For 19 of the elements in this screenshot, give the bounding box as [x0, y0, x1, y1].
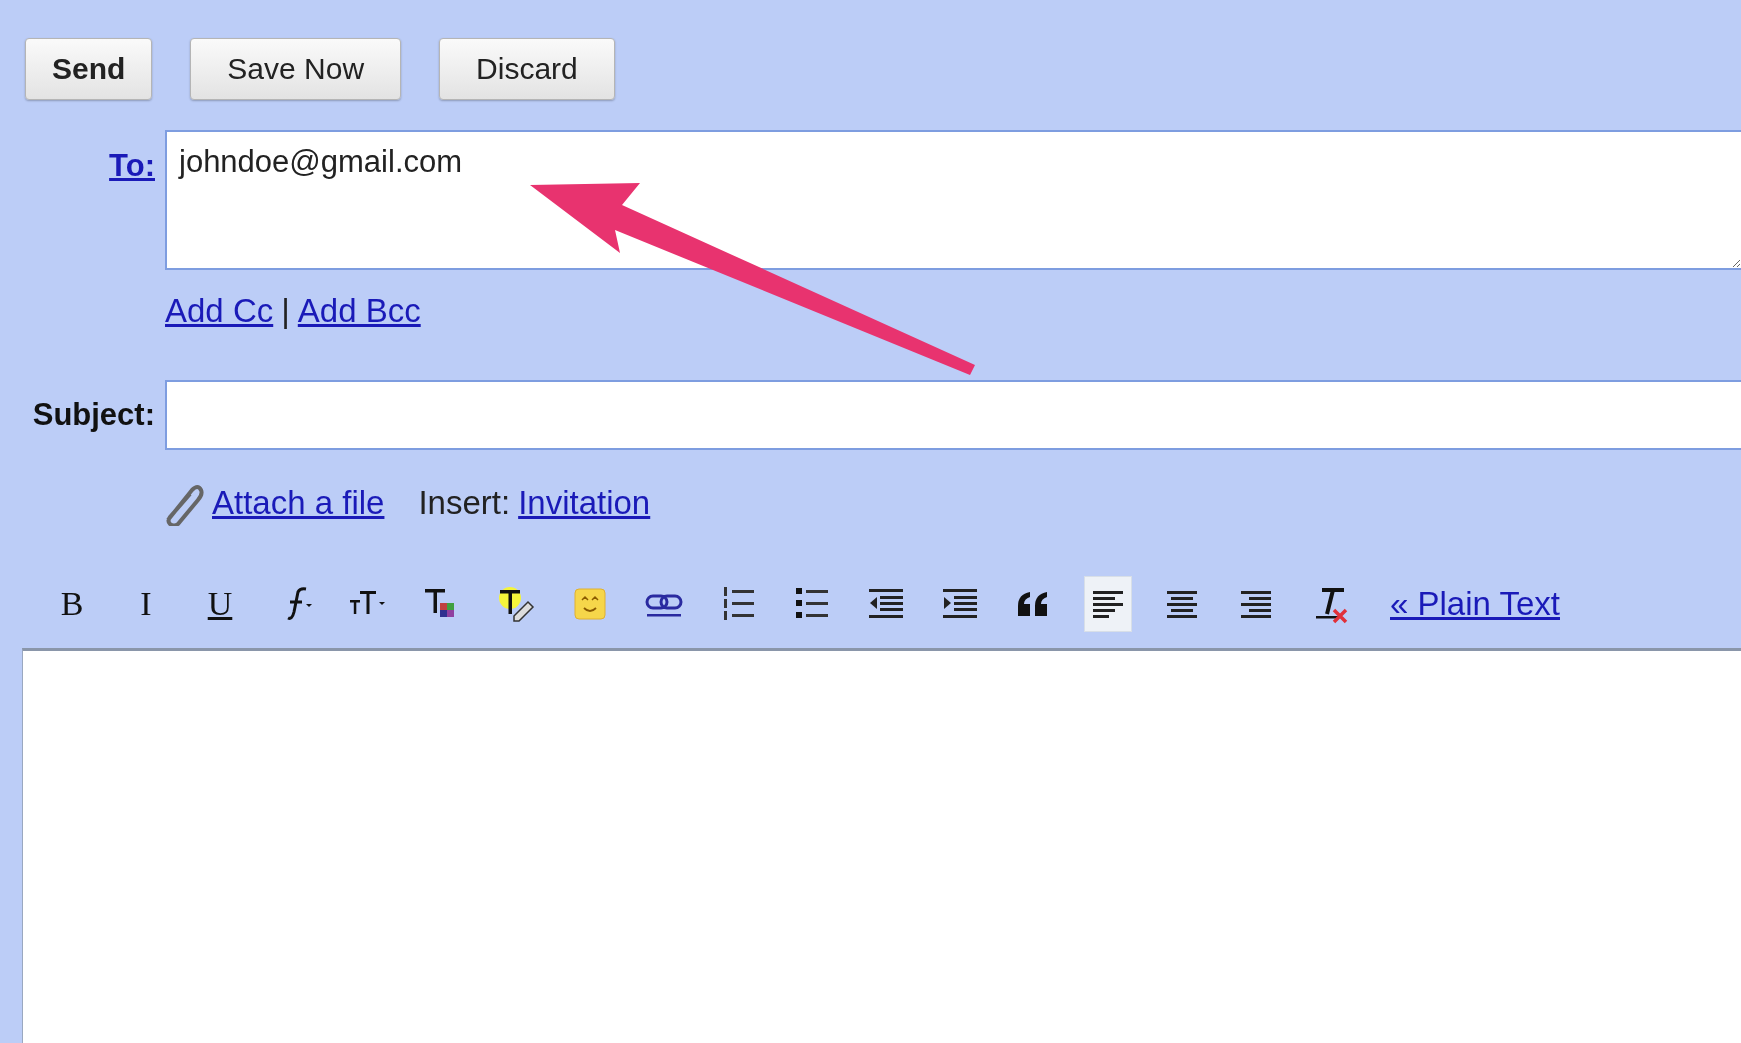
format-button[interactable]: I — [122, 576, 170, 632]
to-field[interactable]: johndoe@gmail.com — [165, 130, 1741, 270]
highlight-icon — [496, 584, 536, 624]
format-button[interactable]: B — [48, 576, 96, 632]
attach-file-link[interactable]: Attach a file — [212, 484, 385, 522]
action-button[interactable]: Save Now — [190, 38, 402, 100]
send-button[interactable]: Send — [25, 38, 153, 100]
to-link[interactable]: To: — [109, 130, 165, 184]
invitation-link[interactable]: Invitation — [518, 484, 651, 522]
add-bcc-link[interactable]: Add Bcc — [297, 292, 421, 330]
insert-label: Insert: — [418, 484, 511, 522]
add-cc-link[interactable]: Add Cc — [165, 292, 274, 330]
action-button[interactable]: Discard — [439, 38, 615, 100]
align-left-button[interactable] — [1084, 576, 1132, 632]
format-button[interactable]: U — [196, 576, 244, 632]
subject-field[interactable] — [165, 380, 1741, 450]
link-separator: | — [281, 292, 290, 330]
plain-text-link[interactable]: « Plain Text — [1390, 585, 1560, 623]
subject-label: Subject: — [32, 397, 156, 433]
